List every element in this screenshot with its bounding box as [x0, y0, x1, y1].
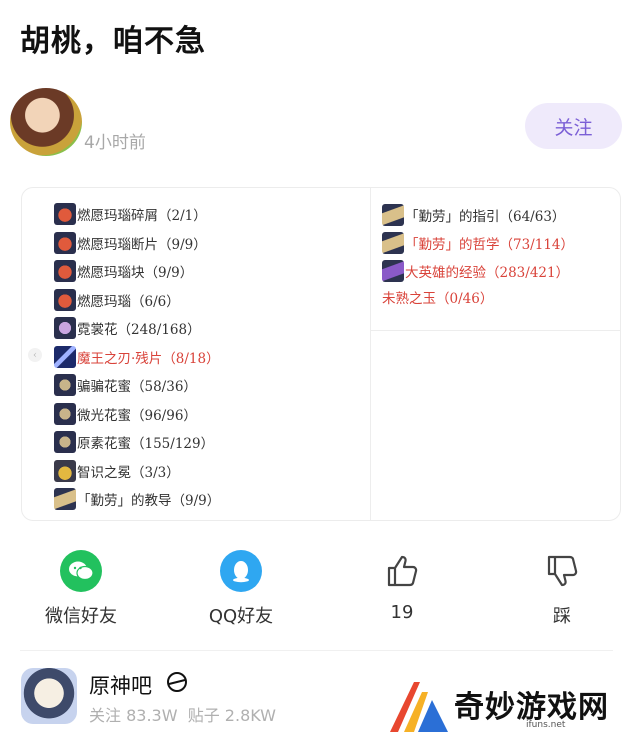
material-icon: [382, 232, 404, 254]
forum-posts: 贴子 2.8KW: [187, 706, 276, 725]
forum-stats: 关注 83.3W 贴子 2.8KW: [89, 702, 276, 726]
material-item: 「勤劳」的哲学（73/114）: [382, 232, 574, 254]
thumbs-down-icon: [541, 550, 583, 592]
material-icon: [54, 260, 76, 282]
material-text: 「勤劳」的指引（64/63）: [405, 209, 566, 225]
column-divider: [370, 188, 371, 520]
thumbs-up-icon: [381, 550, 423, 592]
material-item: 燃愿玛瑙块（9/9）: [54, 259, 193, 283]
share-wechat-label: 微信好友: [45, 606, 117, 627]
material-text: 魔王之刃·残片（8/18）: [77, 350, 220, 367]
material-icon: [54, 402, 76, 425]
material-item: 「勤劳」的指引（64/63）: [382, 204, 565, 226]
post-image-materials[interactable]: ‹ 燃愿玛瑙碎屑（2/1） 燃愿玛瑙断片（9/9） 燃愿玛瑙块（9/9） 燃愿玛瑙（6…: [21, 187, 621, 521]
author-avatar[interactable]: [10, 88, 82, 156]
dislike-button[interactable]: 踩: [502, 550, 622, 628]
forum-avatar[interactable]: [21, 668, 77, 724]
material-icon: [54, 431, 76, 453]
material-text: 「勤劳」的教导（9/9）: [77, 493, 221, 509]
share-qq-label: QQ好友: [208, 606, 274, 627]
material-icon: [54, 345, 76, 368]
qq-icon: [220, 550, 262, 592]
material-text: 骗骗花蜜（58/36）: [77, 379, 197, 395]
material-item: 微光花蜜（96/96）: [54, 402, 197, 426]
material-text: 智识之冕（3/3）: [77, 464, 180, 481]
material-item: 霓裳花（248/168）: [54, 316, 201, 340]
material-text: 大英雄的经验（283/421）: [405, 265, 570, 281]
site-watermark: 奇妙游戏网 ifuns.net: [384, 676, 630, 738]
material-text: 原素花蜜（155/129）: [77, 436, 215, 452]
post-time: 4小时前: [84, 133, 146, 153]
row-divider: [371, 330, 620, 331]
material-icon: [382, 204, 404, 226]
follow-button[interactable]: 关注: [525, 103, 622, 149]
dislike-label: 踩: [553, 606, 571, 627]
forum-badge-icon: [166, 671, 188, 697]
wechat-icon: [60, 550, 102, 592]
forum-followers: 关注 83.3W: [89, 706, 178, 725]
material-text: 霓裳花（248/168）: [77, 322, 201, 338]
material-text: 「勤劳」的哲学（73/114）: [405, 237, 574, 253]
material-item: 「勤劳」的教导（9/9）: [54, 487, 220, 511]
material-icon: [54, 459, 76, 482]
material-item: 魔王之刃·残片（8/18）: [54, 345, 220, 369]
like-button[interactable]: 19: [342, 550, 462, 623]
watermark-url: ifuns.net: [526, 720, 566, 730]
material-icon: [54, 317, 76, 339]
material-icon: [382, 260, 404, 282]
section-divider: [20, 650, 613, 651]
material-icon: [54, 288, 76, 311]
material-item: 燃愿玛瑙断片（9/9）: [54, 231, 207, 255]
material-icon: [54, 374, 76, 396]
share-qq-button[interactable]: QQ好友: [181, 550, 301, 628]
material-item: 未熟之玉（0/46）: [382, 286, 493, 308]
material-icon: [54, 488, 76, 510]
material-text: 燃愿玛瑙碎屑（2/1）: [77, 208, 207, 224]
post-title: 胡桃，咱不急: [20, 24, 206, 59]
material-icon: [54, 203, 76, 225]
material-item: 燃愿玛瑙（6/6）: [54, 288, 180, 312]
material-item: 骗骗花蜜（58/36）: [54, 373, 197, 397]
material-item: 原素花蜜（155/129）: [54, 430, 214, 454]
material-text: 微光花蜜（96/96）: [77, 407, 197, 424]
share-wechat-button[interactable]: 微信好友: [21, 550, 141, 628]
material-item: 燃愿玛瑙碎屑（2/1）: [54, 202, 207, 226]
material-text: 燃愿玛瑙块（9/9）: [77, 265, 194, 281]
material-text: 未熟之玉（0/46）: [382, 291, 494, 307]
watermark-logo-icon: [390, 682, 448, 732]
material-icon: [54, 231, 76, 254]
material-text: 燃愿玛瑙（6/6）: [77, 293, 180, 310]
material-item: 智识之冕（3/3）: [54, 459, 180, 483]
forum-name[interactable]: 原神吧: [89, 670, 152, 700]
material-text: 燃愿玛瑙断片（9/9）: [77, 236, 207, 253]
material-item: 大英雄的经验（283/421）: [382, 260, 569, 282]
like-count: 19: [390, 602, 414, 623]
chevron-left-icon: ‹: [28, 348, 42, 362]
